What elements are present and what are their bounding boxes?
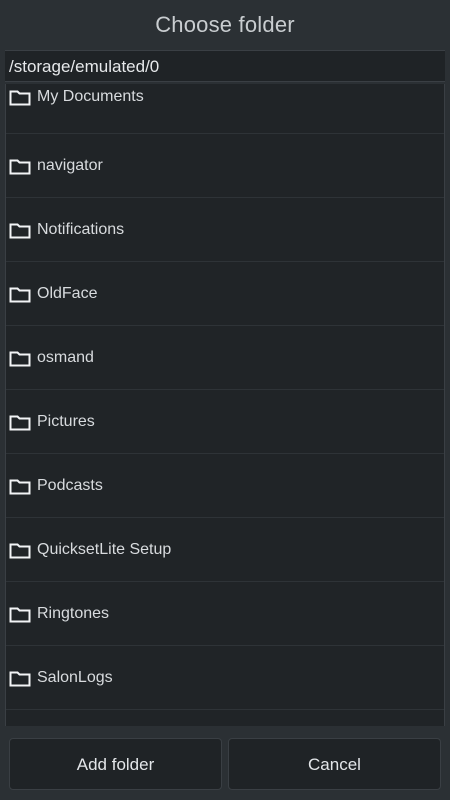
list-item[interactable]: Pictures (6, 390, 444, 454)
list-item[interactable]: Ringtones (6, 582, 444, 646)
folder-icon (9, 90, 31, 106)
choose-folder-dialog: Choose folder /storage/emulated/0 My Doc… (0, 0, 450, 800)
dialog-buttons: Add folder Cancel (0, 738, 450, 792)
list-item[interactable]: QuicksetLite Setup (6, 518, 444, 582)
list-item[interactable]: osmand (6, 326, 444, 390)
current-path-bar: /storage/emulated/0 (5, 50, 445, 82)
folder-icon (9, 543, 31, 559)
folder-list[interactable]: My Documents navigator Notifications Old… (5, 84, 445, 726)
list-item[interactable]: navigator (6, 134, 444, 198)
cancel-button[interactable]: Cancel (228, 738, 441, 790)
list-item[interactable]: Podcasts (6, 454, 444, 518)
list-item[interactable]: My Documents (6, 84, 444, 134)
folder-icon (9, 351, 31, 367)
folder-icon (9, 223, 31, 239)
folder-icon (9, 159, 31, 175)
folder-icon (9, 607, 31, 623)
folder-name: My Documents (37, 88, 144, 105)
dialog-title: Choose folder (155, 12, 295, 37)
list-item[interactable]: SalonLogs (6, 646, 444, 710)
list-item[interactable]: Notifications (6, 198, 444, 262)
folder-icon (9, 479, 31, 495)
folder-name: osmand (37, 349, 94, 366)
folder-icon (9, 415, 31, 431)
folder-name: Notifications (37, 221, 125, 238)
folder-name: Podcasts (37, 477, 103, 494)
add-folder-button[interactable]: Add folder (9, 738, 222, 790)
list-item[interactable]: OldFace (6, 262, 444, 326)
folder-name: SalonLogs (37, 669, 113, 686)
current-path: /storage/emulated/0 (9, 57, 160, 76)
folder-name: navigator (37, 157, 103, 174)
folder-name: Ringtones (37, 605, 110, 622)
folder-name: OldFace (37, 285, 98, 302)
folder-icon (9, 287, 31, 303)
folder-icon (9, 671, 31, 687)
folder-name: Pictures (37, 413, 95, 430)
folder-name: QuicksetLite Setup (37, 541, 172, 558)
